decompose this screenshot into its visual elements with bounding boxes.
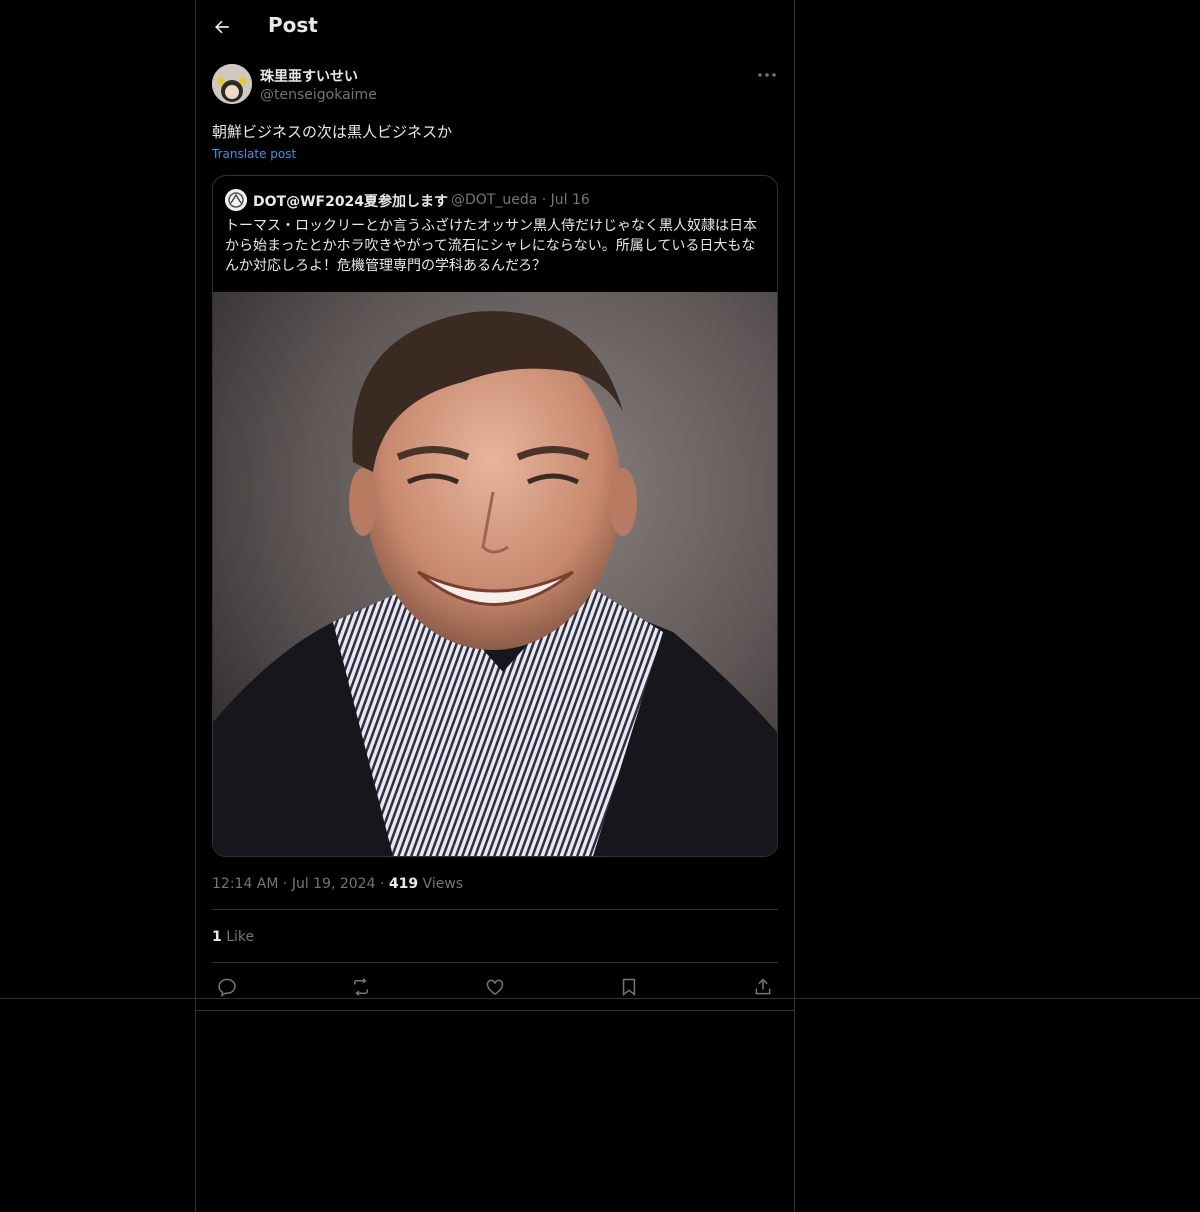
post-time[interactable]: 12:14 AM bbox=[212, 876, 278, 892]
repost-icon[interactable] bbox=[351, 977, 371, 997]
likes-stat[interactable]: 1 Like bbox=[212, 929, 254, 945]
author-handle[interactable]: @tenseigokaime bbox=[260, 87, 377, 103]
likes-label: Like bbox=[226, 929, 255, 945]
views-label: Views bbox=[422, 876, 464, 892]
page-divider bbox=[0, 998, 1200, 999]
quote-text: トーマス・ロックリーとか言うふざけたオッサン黒人侍だけじゃなく黒人奴隷は日本から… bbox=[225, 218, 757, 274]
quote-author-handle[interactable]: @DOT_ueda bbox=[451, 192, 537, 208]
divider bbox=[212, 962, 778, 963]
bookmark-icon[interactable] bbox=[619, 977, 639, 997]
post-date[interactable]: Jul 19, 2024 bbox=[292, 876, 376, 892]
quoted-post[interactable]: DOT@WF2024夏参加します @DOT_ueda · Jul 16 トーマス… bbox=[212, 175, 778, 857]
divider bbox=[212, 909, 778, 910]
separator-dot: · bbox=[541, 192, 551, 208]
likes-count: 1 bbox=[212, 929, 222, 945]
post-timestamp: 12:14 AM · Jul 19, 2024 · 419 Views bbox=[212, 876, 463, 892]
like-icon[interactable] bbox=[485, 977, 505, 997]
page-header: Post bbox=[196, 0, 794, 54]
more-options-icon[interactable] bbox=[756, 66, 778, 84]
quote-avatar[interactable] bbox=[225, 189, 247, 211]
quote-date: Jul 16 bbox=[550, 192, 590, 208]
avatar[interactable] bbox=[212, 64, 252, 104]
author-name[interactable]: 珠里亜すいせい bbox=[260, 66, 358, 86]
main-column: Post 珠里亜すいせい @tenseigokaime 朝鮮ビジネスの次は黒人ビ… bbox=[195, 0, 795, 1212]
page-title: Post bbox=[268, 13, 318, 37]
post-text: 朝鮮ビジネスの次は黒人ビジネスか bbox=[212, 123, 453, 141]
views-count: 419 bbox=[388, 876, 419, 892]
quote-photo[interactable] bbox=[213, 292, 777, 856]
quote-author-name[interactable]: DOT@WF2024夏参加します bbox=[253, 191, 448, 211]
quote-meta: @DOT_ueda · Jul 16 bbox=[451, 192, 590, 208]
translate-post-link[interactable]: Translate post bbox=[212, 147, 296, 161]
reply-icon[interactable] bbox=[217, 977, 237, 997]
separator-dot: · bbox=[282, 876, 292, 892]
column-divider bbox=[195, 1010, 795, 1011]
share-icon[interactable] bbox=[753, 977, 773, 997]
arrow-left-icon[interactable] bbox=[212, 17, 232, 37]
separator-dot: · bbox=[379, 876, 389, 892]
